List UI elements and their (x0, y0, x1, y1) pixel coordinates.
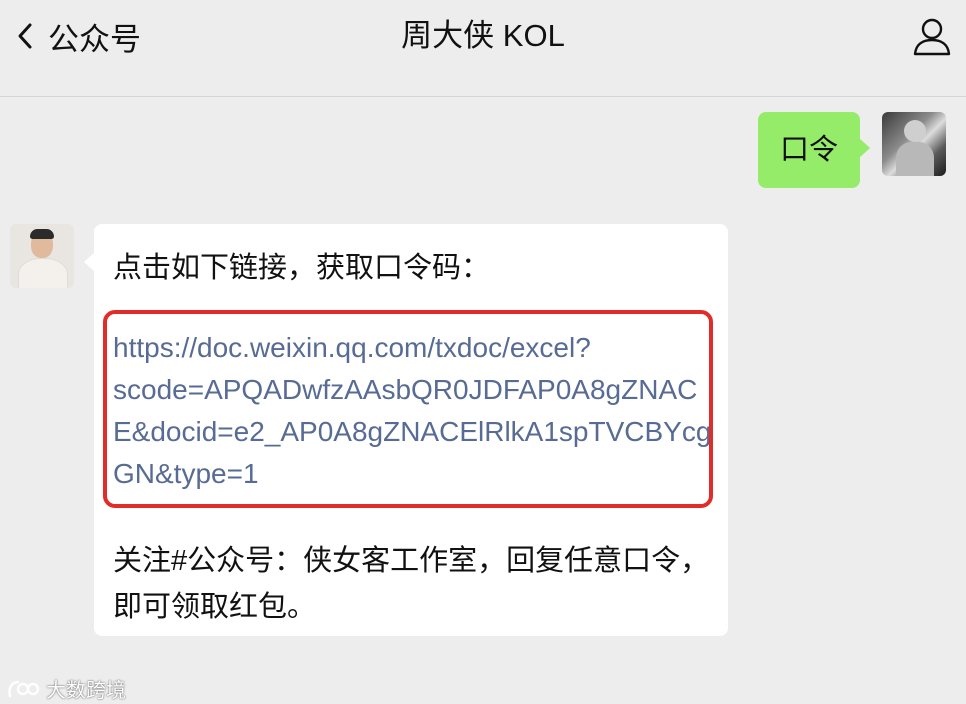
my-avatar[interactable] (882, 112, 946, 176)
avatar-figure-body (896, 142, 934, 176)
doc-link-line-4[interactable]: GN&type=1 (113, 458, 259, 490)
watermark: 大数跨境 (6, 674, 126, 703)
person-icon[interactable] (912, 16, 952, 56)
doc-link-line-3[interactable]: E&docid=e2_AP0A8gZNACElRlkA1spTVCBYcgj (113, 416, 709, 448)
outgoing-message-bubble[interactable]: 口令 (757, 112, 871, 188)
avatar-figure-body (18, 258, 68, 288)
watermark-logo-icon (8, 680, 40, 697)
message-intro-text: 点击如下链接，获取口令码： (113, 252, 491, 284)
doc-link-line-2[interactable]: scode=APQADwfzAAsbQR0JDFAP0A8gZNAC (113, 374, 697, 406)
avatar-figure-head (904, 120, 926, 142)
avatar-figure-hair (30, 229, 54, 239)
watermark-text: 大数跨境 (46, 680, 126, 702)
follow-line-2: 即可领取红包。 (113, 591, 317, 623)
page-title: 周大侠 KOL (401, 18, 565, 53)
follow-instruction-text: 关注#公众号：侠女客工作室，回复任意口令， 即可领取红包。 (113, 538, 713, 630)
outgoing-message-row: 口令 (757, 112, 946, 188)
top-bar: 公众号 周大侠 KOL (0, 0, 966, 97)
link-highlight-box: https://doc.weixin.qq.com/txdoc/excel? s… (103, 310, 713, 508)
outgoing-message-text: 口令 (779, 134, 838, 166)
sender-avatar[interactable] (10, 224, 74, 288)
follow-line-1: 关注#公众号：侠女客工作室，回复任意口令， (113, 545, 710, 577)
doc-link-line-1[interactable]: https://doc.weixin.qq.com/txdoc/excel? (113, 332, 591, 364)
incoming-message-bubble[interactable]: 点击如下链接，获取口令码： https://doc.weixin.qq.com/… (84, 224, 728, 636)
